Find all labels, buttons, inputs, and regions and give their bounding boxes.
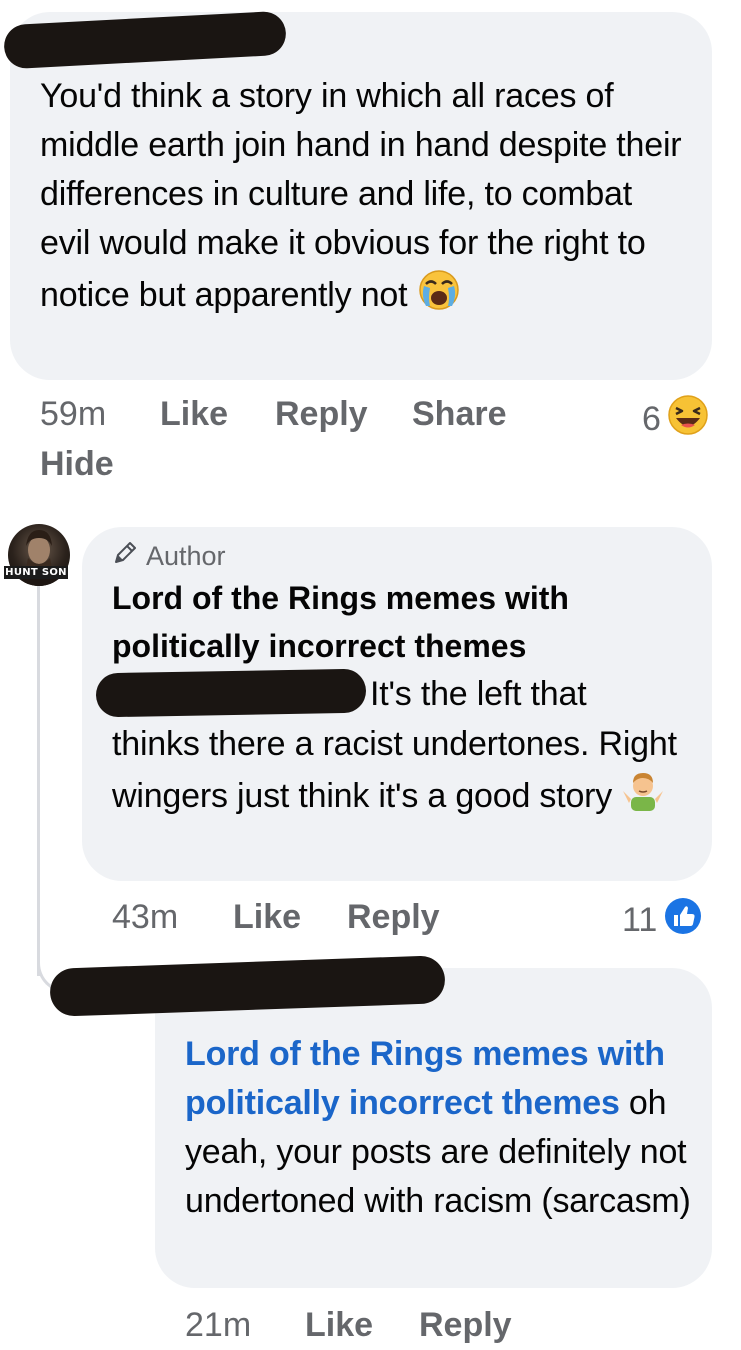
crying-face-emoji-icon: [417, 268, 461, 326]
comment-2-text-line1: It's the left that: [370, 670, 700, 719]
comment-1-reply-button[interactable]: Reply: [275, 395, 368, 434]
comment-2-reaction-count: 11: [622, 901, 658, 939]
comment-1-actions: 59m Like Reply Share Hide: [0, 395, 741, 495]
like-reaction-icon: [663, 896, 703, 945]
author-badge-label: Author: [146, 541, 226, 571]
comment-2-text-first-line: It's the left that: [370, 675, 587, 713]
comment-3-like-button[interactable]: Like: [305, 1306, 373, 1345]
author-badge: Author: [112, 540, 226, 573]
comment-2-reply-button[interactable]: Reply: [347, 898, 440, 937]
shrug-emoji-icon: [621, 769, 665, 827]
comment-2-time: 43m: [112, 898, 179, 936]
comment-3-reply-button[interactable]: Reply: [419, 1306, 512, 1345]
comment-1-text-content: You'd think a story in which all races o…: [40, 77, 682, 314]
comment-1-reaction-count: 6: [642, 400, 661, 438]
redacted-mention-2: [95, 668, 367, 718]
comment-1-reactions[interactable]: 6: [642, 394, 709, 445]
comment-3-text: Lord of the Rings memes with politically…: [185, 1030, 700, 1226]
comment-1-share-button[interactable]: Share: [412, 395, 507, 434]
comment-2-reactions[interactable]: 11: [622, 896, 703, 945]
comment-1-hide-button[interactable]: Hide: [40, 445, 114, 484]
comment-1-text: You'd think a story in which all races o…: [40, 72, 690, 326]
comment-2-like-button[interactable]: Like: [233, 898, 301, 937]
comment-3-actions: 21m Like Reply: [0, 1306, 741, 1350]
comment-2-text-content: thinks there a racist undertones. Right …: [112, 725, 677, 815]
comment-2-text: thinks there a racist undertones. Right …: [112, 720, 692, 827]
comment-1-time: 59m: [40, 395, 107, 433]
comment-3-mention-link[interactable]: Lord of the Rings memes with politically…: [185, 1035, 665, 1122]
comment-1-like-button[interactable]: Like: [160, 395, 228, 434]
pencil-icon: [112, 540, 138, 573]
avatar-caption: HUNT SON: [4, 566, 68, 579]
comment-3-time: 21m: [185, 1306, 252, 1344]
comment-2-author-name[interactable]: Lord of the Rings memes with politically…: [112, 574, 672, 670]
haha-reaction-icon: [667, 394, 709, 445]
